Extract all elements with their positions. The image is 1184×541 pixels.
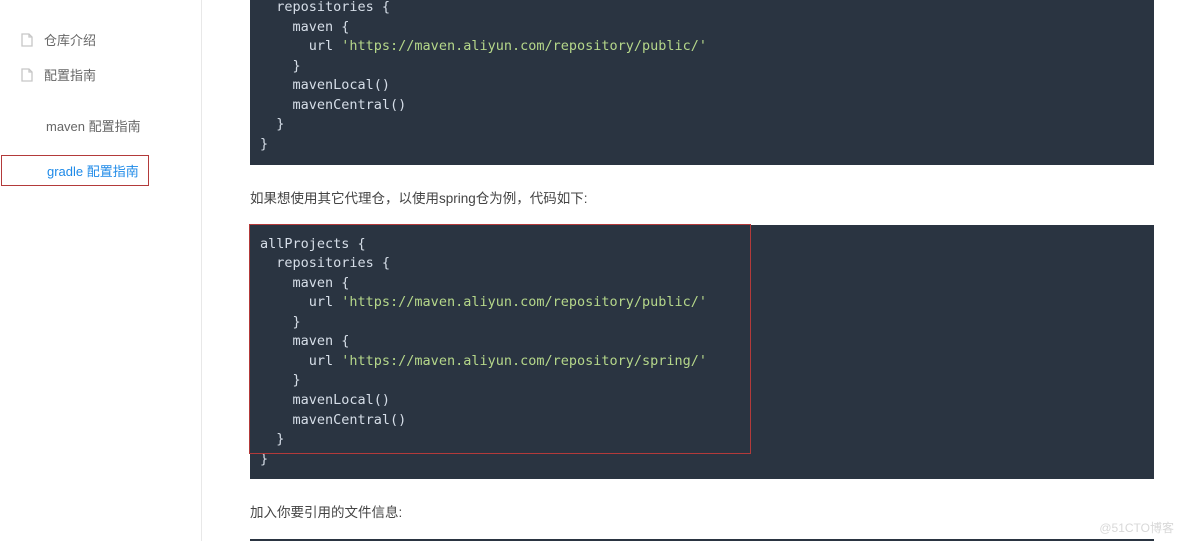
paragraph-proxy-note: 如果想使用其它代理仓，以使用spring仓为例，代码如下: — [250, 187, 1154, 207]
nav-item-config-guide[interactable]: 配置指南 — [0, 57, 201, 92]
document-icon — [20, 68, 34, 82]
code-block-1: repositories { maven { url 'https://mave… — [250, 0, 1154, 165]
paragraph-file-ref: 加入你要引用的文件信息: — [250, 501, 1154, 521]
document-icon — [20, 33, 34, 47]
nav-label: 仓库介绍 — [44, 30, 96, 49]
code-block-2: allProjects { repositories { maven { url… — [250, 225, 1154, 480]
nav-sublist: maven 配置指南 gradle 配置指南 — [0, 110, 201, 186]
nav-label: 配置指南 — [44, 65, 96, 84]
page-layout: 仓库介绍 配置指南 maven 配置指南 gradle 配置指南 reposit… — [0, 0, 1184, 541]
nav-sub-gradle[interactable]: gradle 配置指南 — [1, 155, 149, 186]
nav-item-repo-intro[interactable]: 仓库介绍 — [0, 22, 201, 57]
main-content: repositories { maven { url 'https://mave… — [202, 0, 1184, 541]
sidebar: 仓库介绍 配置指南 maven 配置指南 gradle 配置指南 — [0, 0, 202, 541]
nav-sub-maven[interactable]: maven 配置指南 — [0, 110, 151, 141]
